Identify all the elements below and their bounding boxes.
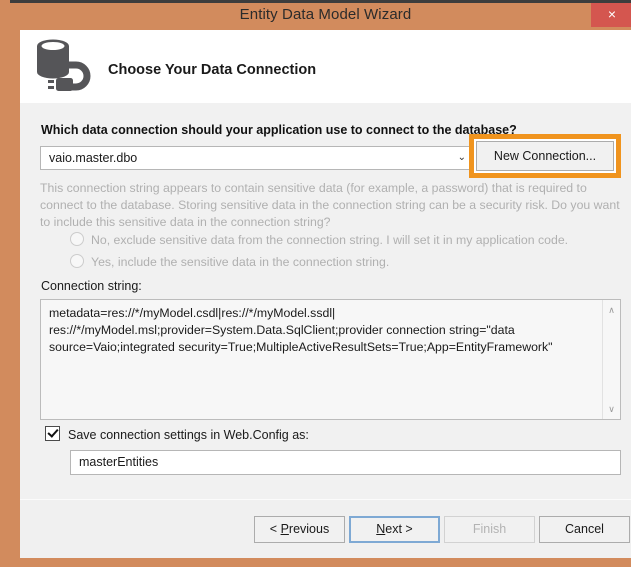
connection-string-value: metadata=res://*/myModel.csdl|res://*/my…	[49, 306, 553, 354]
previous-button[interactable]: < Previous	[254, 516, 345, 543]
next-accel: N	[376, 522, 386, 536]
previous-accel: P	[280, 522, 289, 536]
title-bar: Entity Data Model Wizard ×	[10, 0, 631, 30]
connection-dropdown-value: vaio.master.dbo	[49, 151, 138, 165]
save-connection-settings-label: Save connection settings in Web.Config a…	[68, 428, 309, 442]
header-banner: Choose Your Data Connection	[20, 30, 631, 103]
radio-circle-icon	[70, 254, 84, 268]
connection-string-label: Connection string:	[41, 279, 142, 293]
previous-suffix: revious	[288, 522, 330, 536]
data-connection-question-label: Which data connection should your applic…	[41, 123, 517, 137]
database-connection-icon	[32, 36, 104, 98]
next-button[interactable]: Next >	[349, 516, 440, 543]
connection-string-scrollbar[interactable]: ∧ ∨	[602, 300, 620, 419]
connection-string-textarea[interactable]: metadata=res://*/myModel.csdl|res://*/my…	[40, 299, 621, 420]
previous-prefix: <	[269, 522, 281, 536]
next-suffix: ext >	[385, 522, 413, 536]
cancel-button[interactable]: Cancel	[539, 516, 630, 543]
radio-circle-icon	[70, 232, 84, 246]
window-title: Entity Data Model Wizard	[239, 6, 412, 23]
radio-include-sensitive-data[interactable]: Yes, include the sensitive data in the c…	[70, 254, 389, 269]
scroll-up-icon[interactable]: ∧	[603, 302, 620, 318]
scroll-down-icon[interactable]: ∨	[603, 401, 620, 417]
radio-exclude-sensitive-data[interactable]: No, exclude sensitive data from the conn…	[70, 232, 568, 247]
save-connection-settings-checkbox[interactable]: Save connection settings in Web.Config a…	[45, 426, 309, 442]
finish-button: Finish	[444, 516, 535, 543]
close-icon[interactable]: ×	[591, 2, 631, 27]
new-connection-button[interactable]: New Connection...	[476, 141, 614, 171]
radio-exclude-label: No, exclude sensitive data from the conn…	[91, 233, 569, 247]
dialog-footer: < Previous Next > Finish Cancel	[20, 499, 631, 558]
checkbox-checked-icon	[45, 426, 60, 441]
entities-name-input[interactable]: masterEntities	[70, 450, 621, 475]
entity-data-model-wizard-window: Entity Data Model Wizard × Choose Your D…	[0, 0, 631, 567]
chevron-down-icon: ⌄	[457, 152, 466, 163]
sensitive-data-notice: This connection string appears to contai…	[40, 181, 620, 229]
connection-dropdown[interactable]: vaio.master.dbo ⌄	[40, 146, 474, 170]
page-title: Choose Your Data Connection	[108, 62, 317, 78]
window-top-edge	[10, 0, 631, 3]
radio-include-label: Yes, include the sensitive data in the c…	[91, 255, 390, 269]
